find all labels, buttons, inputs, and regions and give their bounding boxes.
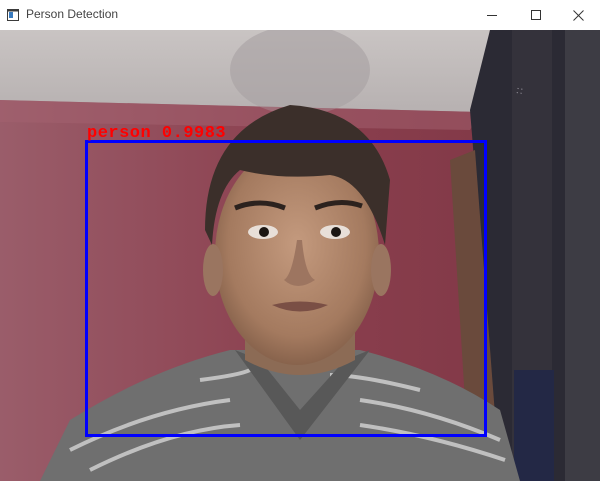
minimize-button[interactable]	[470, 0, 514, 30]
detection-label: person 0.9983	[87, 125, 226, 142]
app-window: Person Detection ∷ person 0.9983	[0, 0, 600, 481]
minimize-icon	[486, 10, 498, 21]
detection-confidence: 0.9983	[161, 124, 227, 143]
close-button[interactable]	[556, 0, 600, 30]
camera-feed: ∷ person 0.9983	[0, 30, 600, 481]
person-bounding-box	[85, 140, 487, 437]
maximize-button[interactable]	[514, 0, 558, 30]
window-title: Person Detection	[26, 7, 119, 21]
maximize-icon	[530, 9, 542, 21]
detection-class: person	[87, 124, 152, 143]
close-icon	[572, 9, 584, 21]
title-bar[interactable]: Person Detection	[0, 0, 600, 30]
app-window-icon	[7, 8, 19, 21]
